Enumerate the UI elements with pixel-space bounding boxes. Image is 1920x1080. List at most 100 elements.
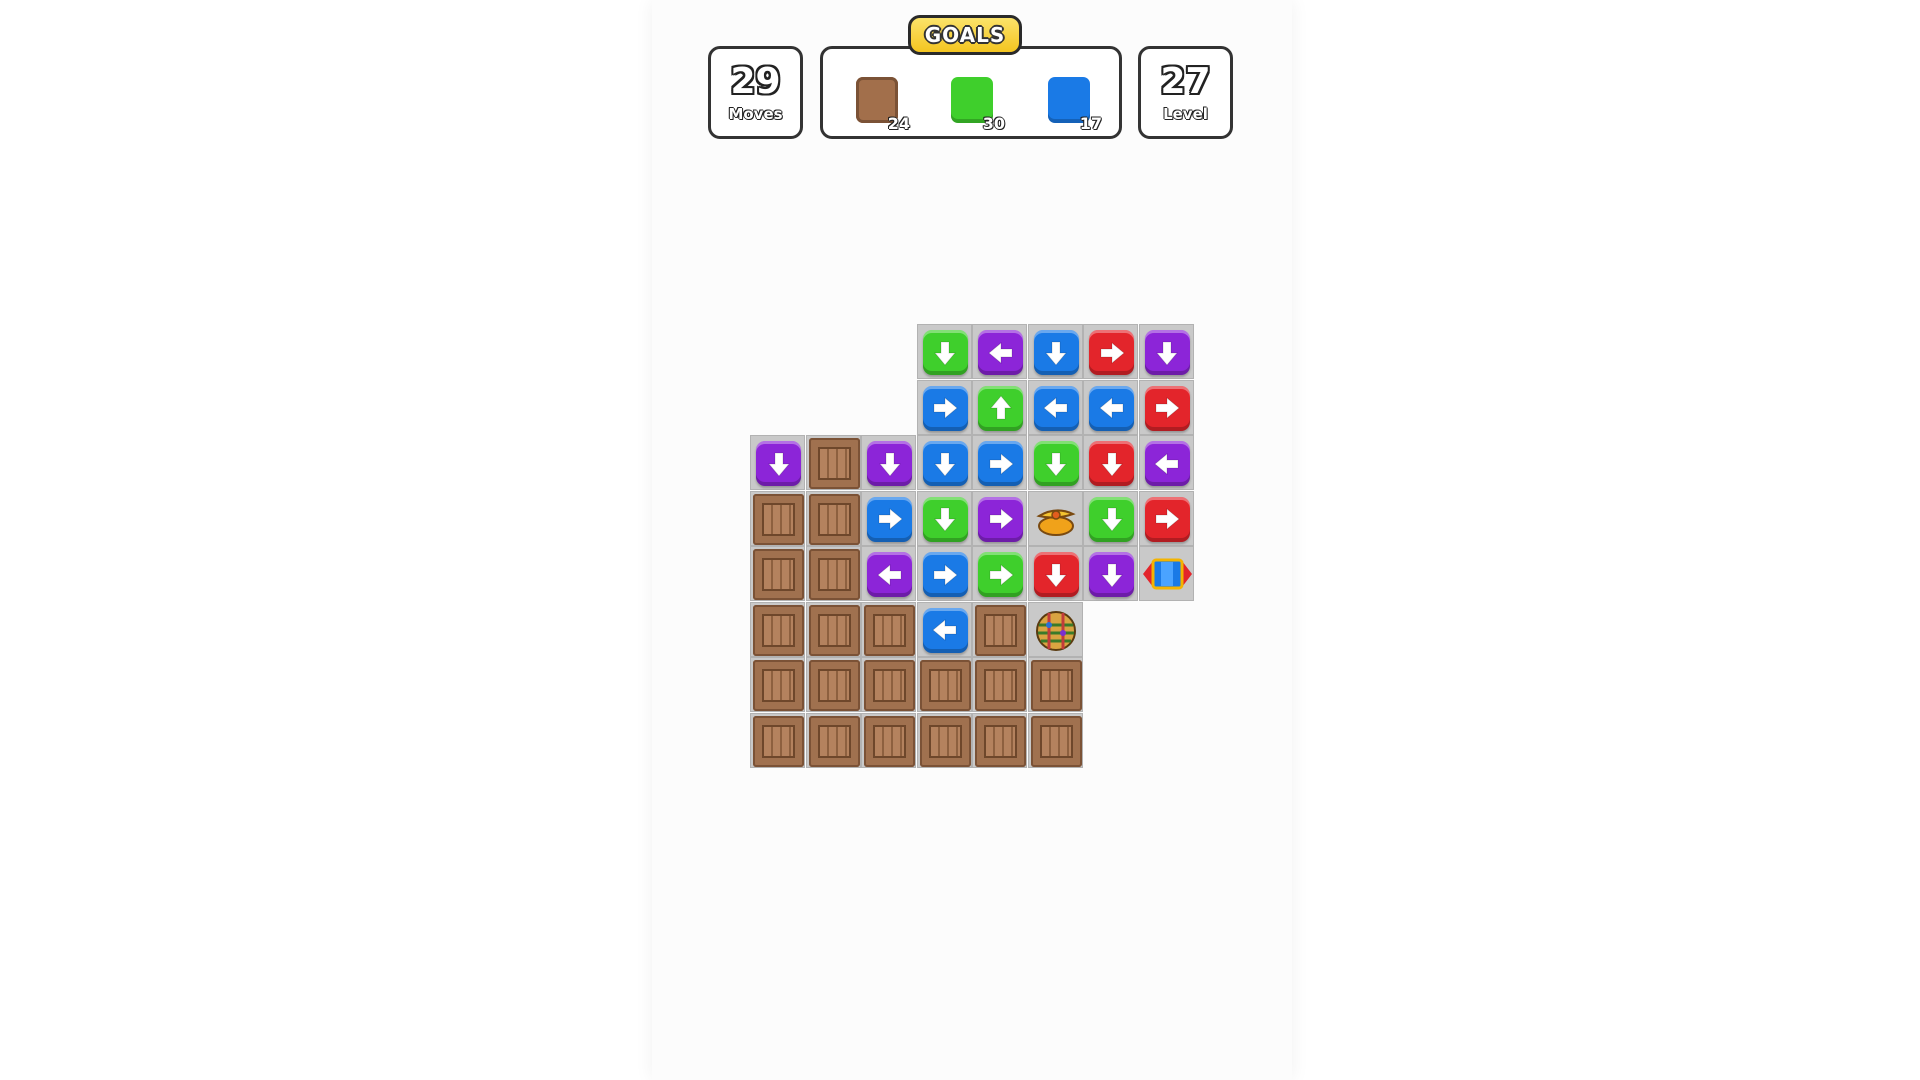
arrow-down-icon	[1153, 339, 1181, 367]
purple-left-arrow-tile[interactable]	[861, 546, 916, 601]
blue-left-arrow-tile[interactable]	[1027, 379, 1083, 435]
crate-tile[interactable]	[972, 712, 1027, 768]
red-down-arrow-tile[interactable]	[1027, 546, 1083, 601]
crate-tile[interactable]	[750, 490, 805, 546]
crate-icon	[808, 604, 860, 656]
purple-down-arrow-tile[interactable]	[1138, 324, 1194, 379]
purple-down-arrow-tile[interactable]	[861, 435, 916, 490]
arrow-down-icon	[1042, 450, 1070, 478]
disco-ball-booster[interactable]	[1027, 601, 1083, 657]
purple-gem	[867, 552, 912, 597]
red-gem	[1144, 496, 1190, 542]
crate-tile[interactable]	[805, 657, 861, 712]
crate-tile[interactable]	[805, 601, 861, 657]
crate-icon	[864, 715, 915, 767]
arrow-right-icon	[931, 394, 959, 422]
green-right-arrow-tile[interactable]	[972, 546, 1027, 601]
crate-tile[interactable]	[1027, 712, 1083, 768]
purple-gem	[1144, 441, 1190, 486]
crate-icon	[753, 660, 804, 711]
green-down-arrow-tile[interactable]	[1027, 435, 1083, 490]
blue-gem	[867, 496, 912, 542]
arrow-down-icon	[876, 450, 904, 478]
blue-gem	[1089, 385, 1134, 431]
crate-tile[interactable]	[916, 657, 972, 712]
crate-tile[interactable]	[861, 601, 916, 657]
crate-icon	[753, 493, 804, 545]
red-right-arrow-tile[interactable]	[1083, 324, 1138, 379]
blue-gem	[1033, 385, 1079, 431]
arrow-right-icon	[987, 505, 1015, 533]
crate-icon	[808, 438, 860, 489]
blue-left-arrow-tile[interactable]	[916, 601, 972, 657]
arrow-down-icon	[931, 339, 959, 367]
crate-icon	[753, 715, 804, 767]
crate-tile[interactable]	[972, 601, 1027, 657]
crate-tile[interactable]	[861, 712, 916, 768]
crate-icon	[919, 660, 971, 711]
arrow-right-icon	[1153, 505, 1181, 533]
purple-down-arrow-tile[interactable]	[750, 435, 805, 490]
crate-tile[interactable]	[916, 712, 972, 768]
green-gem	[978, 552, 1023, 597]
red-gem	[1144, 385, 1190, 431]
blue-right-arrow-tile[interactable]	[916, 546, 972, 601]
green-gem	[1089, 496, 1134, 542]
purple-gem	[978, 330, 1023, 375]
blue-right-arrow-tile[interactable]	[972, 435, 1027, 490]
green-down-arrow-tile[interactable]	[916, 490, 972, 546]
crate-icon	[808, 715, 860, 767]
crate-tile[interactable]	[750, 601, 805, 657]
arrow-down-icon	[1042, 561, 1070, 589]
arrow-down-icon	[1098, 561, 1126, 589]
crate-icon	[975, 660, 1026, 711]
crate-tile[interactable]	[805, 546, 861, 601]
crate-icon	[864, 660, 915, 711]
crate-tile[interactable]	[750, 712, 805, 768]
arrow-right-icon	[1098, 339, 1126, 367]
purple-left-arrow-tile[interactable]	[1138, 435, 1194, 490]
crate-tile[interactable]	[972, 657, 1027, 712]
rocket-booster[interactable]	[1138, 546, 1194, 601]
crate-tile[interactable]	[861, 657, 916, 712]
crate-tile[interactable]	[805, 712, 861, 768]
purple-right-arrow-tile[interactable]	[972, 490, 1027, 546]
red-gem	[1089, 330, 1134, 375]
arrow-right-icon	[987, 450, 1015, 478]
goals-title: GOALS	[908, 15, 1022, 55]
arrow-down-icon	[931, 450, 959, 478]
green-up-arrow-tile[interactable]	[972, 379, 1027, 435]
arrow-down-icon	[765, 450, 793, 478]
purple-gem	[756, 441, 801, 486]
blue-right-arrow-tile[interactable]	[861, 490, 916, 546]
blue-down-arrow-tile[interactable]	[916, 435, 972, 490]
crate-tile[interactable]	[750, 657, 805, 712]
purple-gem	[978, 496, 1023, 542]
arrow-left-icon	[931, 616, 959, 644]
crate-tile[interactable]	[805, 435, 861, 490]
red-right-arrow-tile[interactable]	[1138, 490, 1194, 546]
blue-down-arrow-tile[interactable]	[1027, 324, 1083, 379]
crate-tile[interactable]	[805, 490, 861, 546]
green-down-arrow-tile[interactable]	[916, 324, 972, 379]
red-right-arrow-tile[interactable]	[1138, 379, 1194, 435]
purple-gem	[1089, 552, 1134, 597]
purple-down-arrow-tile[interactable]	[1083, 546, 1138, 601]
crate-icon	[975, 715, 1026, 767]
green-gem	[1033, 441, 1079, 486]
propeller-booster[interactable]	[1027, 490, 1083, 546]
green-down-arrow-tile[interactable]	[1083, 490, 1138, 546]
red-down-arrow-tile[interactable]	[1083, 435, 1138, 490]
blue-right-arrow-tile[interactable]	[916, 379, 972, 435]
purple-left-arrow-tile[interactable]	[972, 324, 1027, 379]
crate-tile[interactable]	[750, 546, 805, 601]
crate-tile[interactable]	[1027, 657, 1083, 712]
purple-gem	[867, 441, 912, 486]
crate-icon	[1030, 715, 1082, 767]
green-gem	[922, 496, 968, 542]
blue-gem	[922, 607, 968, 653]
arrow-left-icon	[876, 561, 904, 589]
red-gem	[1089, 441, 1134, 486]
crate-icon	[753, 604, 804, 656]
blue-left-arrow-tile[interactable]	[1083, 379, 1138, 435]
